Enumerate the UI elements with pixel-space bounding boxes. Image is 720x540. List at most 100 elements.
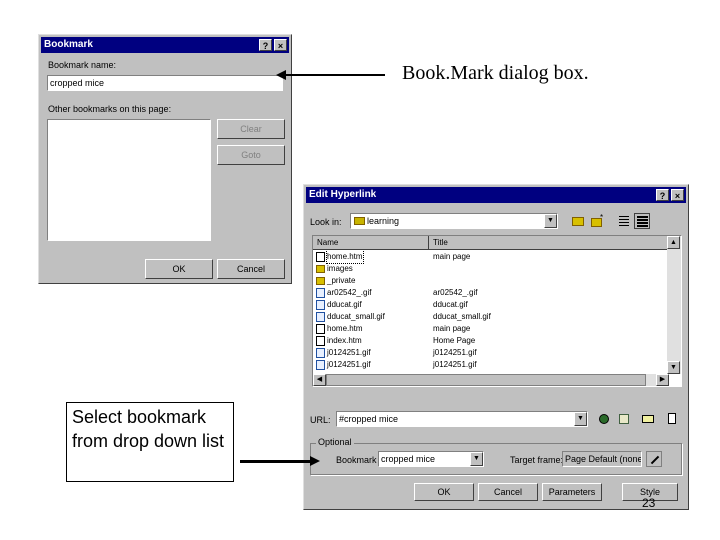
ok-button[interactable]: OK: [414, 483, 474, 501]
file-name: images: [327, 264, 353, 273]
column-header-name[interactable]: Name: [313, 236, 429, 250]
bookmark-select[interactable]: cropped mice ▼: [378, 451, 484, 467]
url-label: URL:: [310, 415, 331, 425]
file-name: ar02542_.gif: [327, 288, 372, 297]
look-in-value: learning: [367, 216, 400, 226]
file-title: j0124251.gif: [433, 348, 477, 357]
file-name: _private: [327, 276, 356, 285]
optional-label: Optional: [316, 437, 354, 447]
look-in-select[interactable]: learning ▼: [350, 213, 558, 229]
file-name: home.htm: [326, 251, 364, 264]
callout-arrow-top: [285, 74, 385, 76]
help-button[interactable]: ?: [656, 189, 669, 201]
file-title: ar02542_.gif: [433, 288, 478, 297]
file-title: Home Page: [433, 336, 476, 345]
scroll-up-icon[interactable]: ▲: [667, 236, 680, 249]
goto-button[interactable]: Goto: [217, 145, 285, 165]
file-name: j0124251.gif: [327, 360, 371, 369]
scroll-down-icon[interactable]: ▼: [667, 361, 680, 374]
list-item[interactable]: index.htm Home Page: [313, 335, 669, 347]
bookmark-dialog: Bookmark ? × Bookmark name: cropped mice…: [38, 34, 292, 284]
list-item[interactable]: dducat_small.gif dducat_small.gif: [313, 311, 669, 323]
bookmark-name-input[interactable]: cropped mice: [47, 75, 283, 91]
bookmark-label: Bookmark: [336, 455, 377, 465]
file-rows: home.htm main page images _private ar02542_.…: [313, 251, 669, 375]
edit-target-icon[interactable]: [646, 451, 662, 467]
url-value: #cropped mice: [339, 414, 399, 424]
new-folder-icon[interactable]: *: [590, 213, 606, 229]
look-in-label: Look in:: [310, 217, 342, 227]
bookmark-name-label: Bookmark name:: [48, 60, 117, 70]
list-item[interactable]: ar02542_.gif ar02542_.gif: [313, 287, 669, 299]
parameters-button[interactable]: Parameters: [542, 483, 602, 501]
edit-hyperlink-title: Edit Hyperlink: [309, 189, 377, 200]
help-button[interactable]: ?: [259, 39, 272, 51]
callout-bottom-text: Select bookmark from drop down list: [72, 407, 225, 451]
vertical-scrollbar[interactable]: ▲ ▼: [667, 236, 681, 374]
list-item[interactable]: home.htm main page: [313, 323, 669, 335]
scroll-thumb[interactable]: [326, 374, 646, 386]
file-title: main page: [433, 252, 471, 261]
list-item[interactable]: dducat.gif dducat.gif: [313, 299, 669, 311]
image-icon: [316, 360, 325, 370]
horizontal-scrollbar[interactable]: ◀ ▶: [313, 374, 669, 386]
edit-hyperlink-dialog: Edit Hyperlink ? × Look in: learning ▼ *…: [303, 184, 689, 510]
file-name: dducat_small.gif: [327, 312, 385, 321]
callout-arrow-bottom: [240, 460, 312, 463]
close-button[interactable]: ×: [274, 39, 287, 51]
file-name: index.htm: [327, 336, 362, 345]
list-item[interactable]: j0124251.gif j0124251.gif: [313, 347, 669, 359]
folder-icon: [316, 265, 325, 273]
folder-icon: [354, 217, 365, 225]
email-icon[interactable]: [640, 411, 656, 427]
edit-hyperlink-titlebar: Edit Hyperlink ? ×: [306, 187, 686, 203]
arrow-head-right-icon: [310, 456, 320, 466]
scroll-left-icon[interactable]: ◀: [313, 374, 326, 386]
callout-top-text: Book.Mark dialog box.: [402, 62, 589, 84]
other-bookmarks-label: Other bookmarks on this page:: [48, 104, 172, 114]
web-browse-icon[interactable]: [596, 411, 612, 427]
list-item[interactable]: home.htm main page: [313, 251, 669, 264]
bookmark-select-value: cropped mice: [381, 454, 436, 464]
column-header-title[interactable]: Title: [429, 236, 669, 250]
target-frame-label: Target frame:: [510, 455, 564, 465]
image-icon: [316, 288, 325, 298]
list-item[interactable]: images: [313, 263, 669, 275]
file-browse-icon[interactable]: [616, 411, 632, 427]
list-item[interactable]: j0124251.gif j0124251.gif: [313, 359, 669, 371]
bookmark-title: Bookmark: [44, 39, 93, 50]
list-view-icon[interactable]: [616, 213, 632, 229]
callout-bottom-box: Select bookmark from drop down list: [66, 402, 234, 482]
file-title: dducat_small.gif: [433, 312, 491, 321]
new-page-icon[interactable]: [664, 411, 680, 427]
up-folder-icon[interactable]: [570, 213, 586, 229]
image-icon: [316, 300, 325, 310]
file-list[interactable]: Name Title home.htm main page images _priva…: [312, 235, 682, 387]
list-item[interactable]: _private: [313, 275, 669, 287]
file-title: main page: [433, 324, 471, 333]
page-icon: [316, 336, 325, 346]
close-button[interactable]: ×: [671, 189, 684, 201]
file-title: dducat.gif: [433, 300, 468, 309]
other-bookmarks-list[interactable]: [47, 119, 211, 241]
folder-icon: [316, 277, 325, 285]
page-icon: [316, 324, 325, 334]
chevron-down-icon[interactable]: ▼: [470, 452, 483, 466]
file-title: j0124251.gif: [433, 360, 477, 369]
image-icon: [316, 312, 325, 322]
details-view-icon[interactable]: [634, 213, 650, 229]
chevron-down-icon[interactable]: ▼: [574, 412, 587, 426]
arrow-head-left-icon: [276, 70, 286, 80]
scroll-right-icon[interactable]: ▶: [656, 374, 669, 386]
chevron-down-icon[interactable]: ▼: [544, 214, 557, 228]
url-input[interactable]: #cropped mice ▼: [336, 411, 588, 427]
ok-button[interactable]: OK: [145, 259, 213, 279]
file-name: home.htm: [327, 324, 363, 333]
clear-button[interactable]: Clear: [217, 119, 285, 139]
target-frame-input[interactable]: Page Default (none): [562, 451, 642, 467]
cancel-button[interactable]: Cancel: [217, 259, 285, 279]
cancel-button[interactable]: Cancel: [478, 483, 538, 501]
bookmark-titlebar: Bookmark ? ×: [41, 37, 289, 53]
file-name: dducat.gif: [327, 300, 362, 309]
file-name: j0124251.gif: [327, 348, 371, 357]
